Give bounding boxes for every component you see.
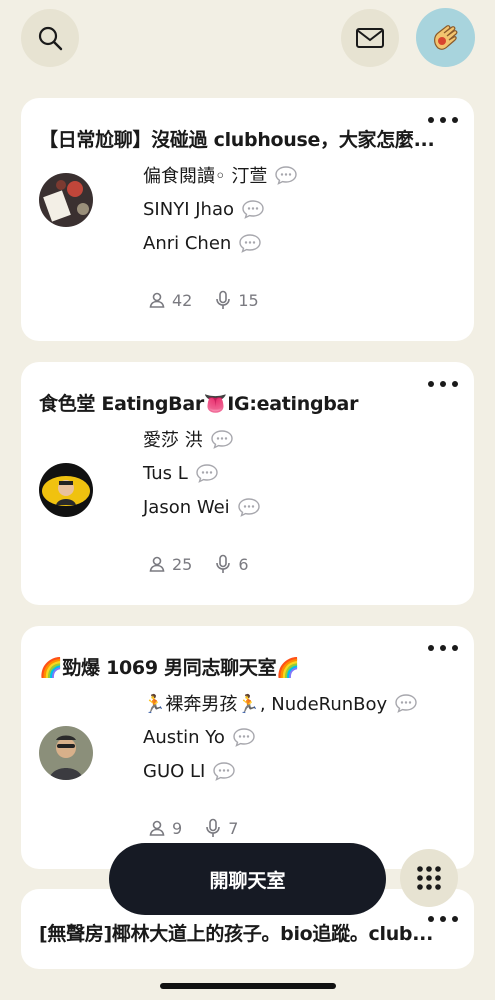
speaker-name: Tus L [143,456,262,490]
speaker-name: Jason Wei [143,490,262,524]
listener-count: 42 [172,290,193,310]
speaker-name: 🏃裸奔男孩🏃, NudeRunBoy [143,686,419,720]
microphone-icon [216,554,231,573]
speaker-count: 15 [238,290,259,310]
profile-avatar-button[interactable] [416,8,475,67]
room-stats: 42 15 [148,290,281,310]
speaker-count: 6 [238,554,249,574]
microphone-icon [216,290,231,309]
speaker-name: Austin Yo [143,720,419,754]
room-title: [無聲房]椰林大道上的孩子。bio追蹤。club... [39,923,433,945]
room-stats: 25 6 [148,554,271,574]
search-icon [38,26,63,51]
speaker-list: 🏃裸奔男孩🏃, NudeRunBoy Austin Yo GUO LI [143,686,419,788]
room-title: 【日常尬聊】沒碰過 clubhouse，大家怎麼... [39,129,435,151]
chat-bubble-icon [194,462,220,484]
speaker-list: 偏食閱讀◦ 汀萱 SINYI Jhao Anri Chen [143,158,299,260]
top-bar [0,0,495,75]
speaker-avatar [39,173,93,227]
grid-dots-icon [417,866,441,890]
chat-bubble-icon [237,232,263,254]
speaker-avatar [39,726,93,780]
listener-count: 9 [172,818,183,838]
speaker-name: Anri Chen [143,226,299,260]
speaker-name: 偏食閱讀◦ 汀萱 [143,158,299,192]
search-button[interactable] [21,9,79,67]
backchannel-button[interactable] [400,849,458,907]
home-indicator[interactable] [160,983,336,989]
speaker-count: 7 [228,818,239,838]
mail-icon [356,28,384,48]
chat-bubble-icon [273,164,299,186]
speaker-name: SINYI Jhao [143,192,299,226]
microphone-icon [206,818,220,837]
room-stats: 9 7 [148,818,260,838]
chat-bubble-icon [209,428,235,450]
speaker-name: GUO LI [143,754,419,788]
speaker-list: 愛莎 洪 Tus L Jason Wei [143,422,262,524]
speaker-name: 愛莎 洪 [143,422,262,456]
speaker-avatar [39,463,93,517]
chat-bubble-icon [231,726,257,748]
chat-bubble-icon [211,760,237,782]
person-icon [149,820,165,836]
invite-mail-button[interactable] [341,9,399,67]
waving-hand-icon [433,24,457,50]
start-room-button[interactable]: 開聊天室 [109,843,386,915]
room-card[interactable]: 食色堂 EatingBar👅IG:eatingbar 愛莎 洪 Tus L Ja… [21,362,474,605]
person-icon [149,556,165,572]
chat-bubble-icon [240,198,266,220]
room-title: 食色堂 EatingBar👅IG:eatingbar [39,393,359,415]
chat-bubble-icon [236,496,262,518]
room-card[interactable]: 【日常尬聊】沒碰過 clubhouse，大家怎麼... 偏食閱讀◦ 汀萱 SIN… [21,98,474,341]
chat-bubble-icon [393,692,419,714]
person-icon [149,292,165,308]
room-card[interactable]: 🌈勁爆 1069 男同志聊天室🌈 🏃裸奔男孩🏃, NudeRunBoy Aust… [21,626,474,869]
room-title: 🌈勁爆 1069 男同志聊天室🌈 [39,657,300,679]
listener-count: 25 [172,554,193,574]
